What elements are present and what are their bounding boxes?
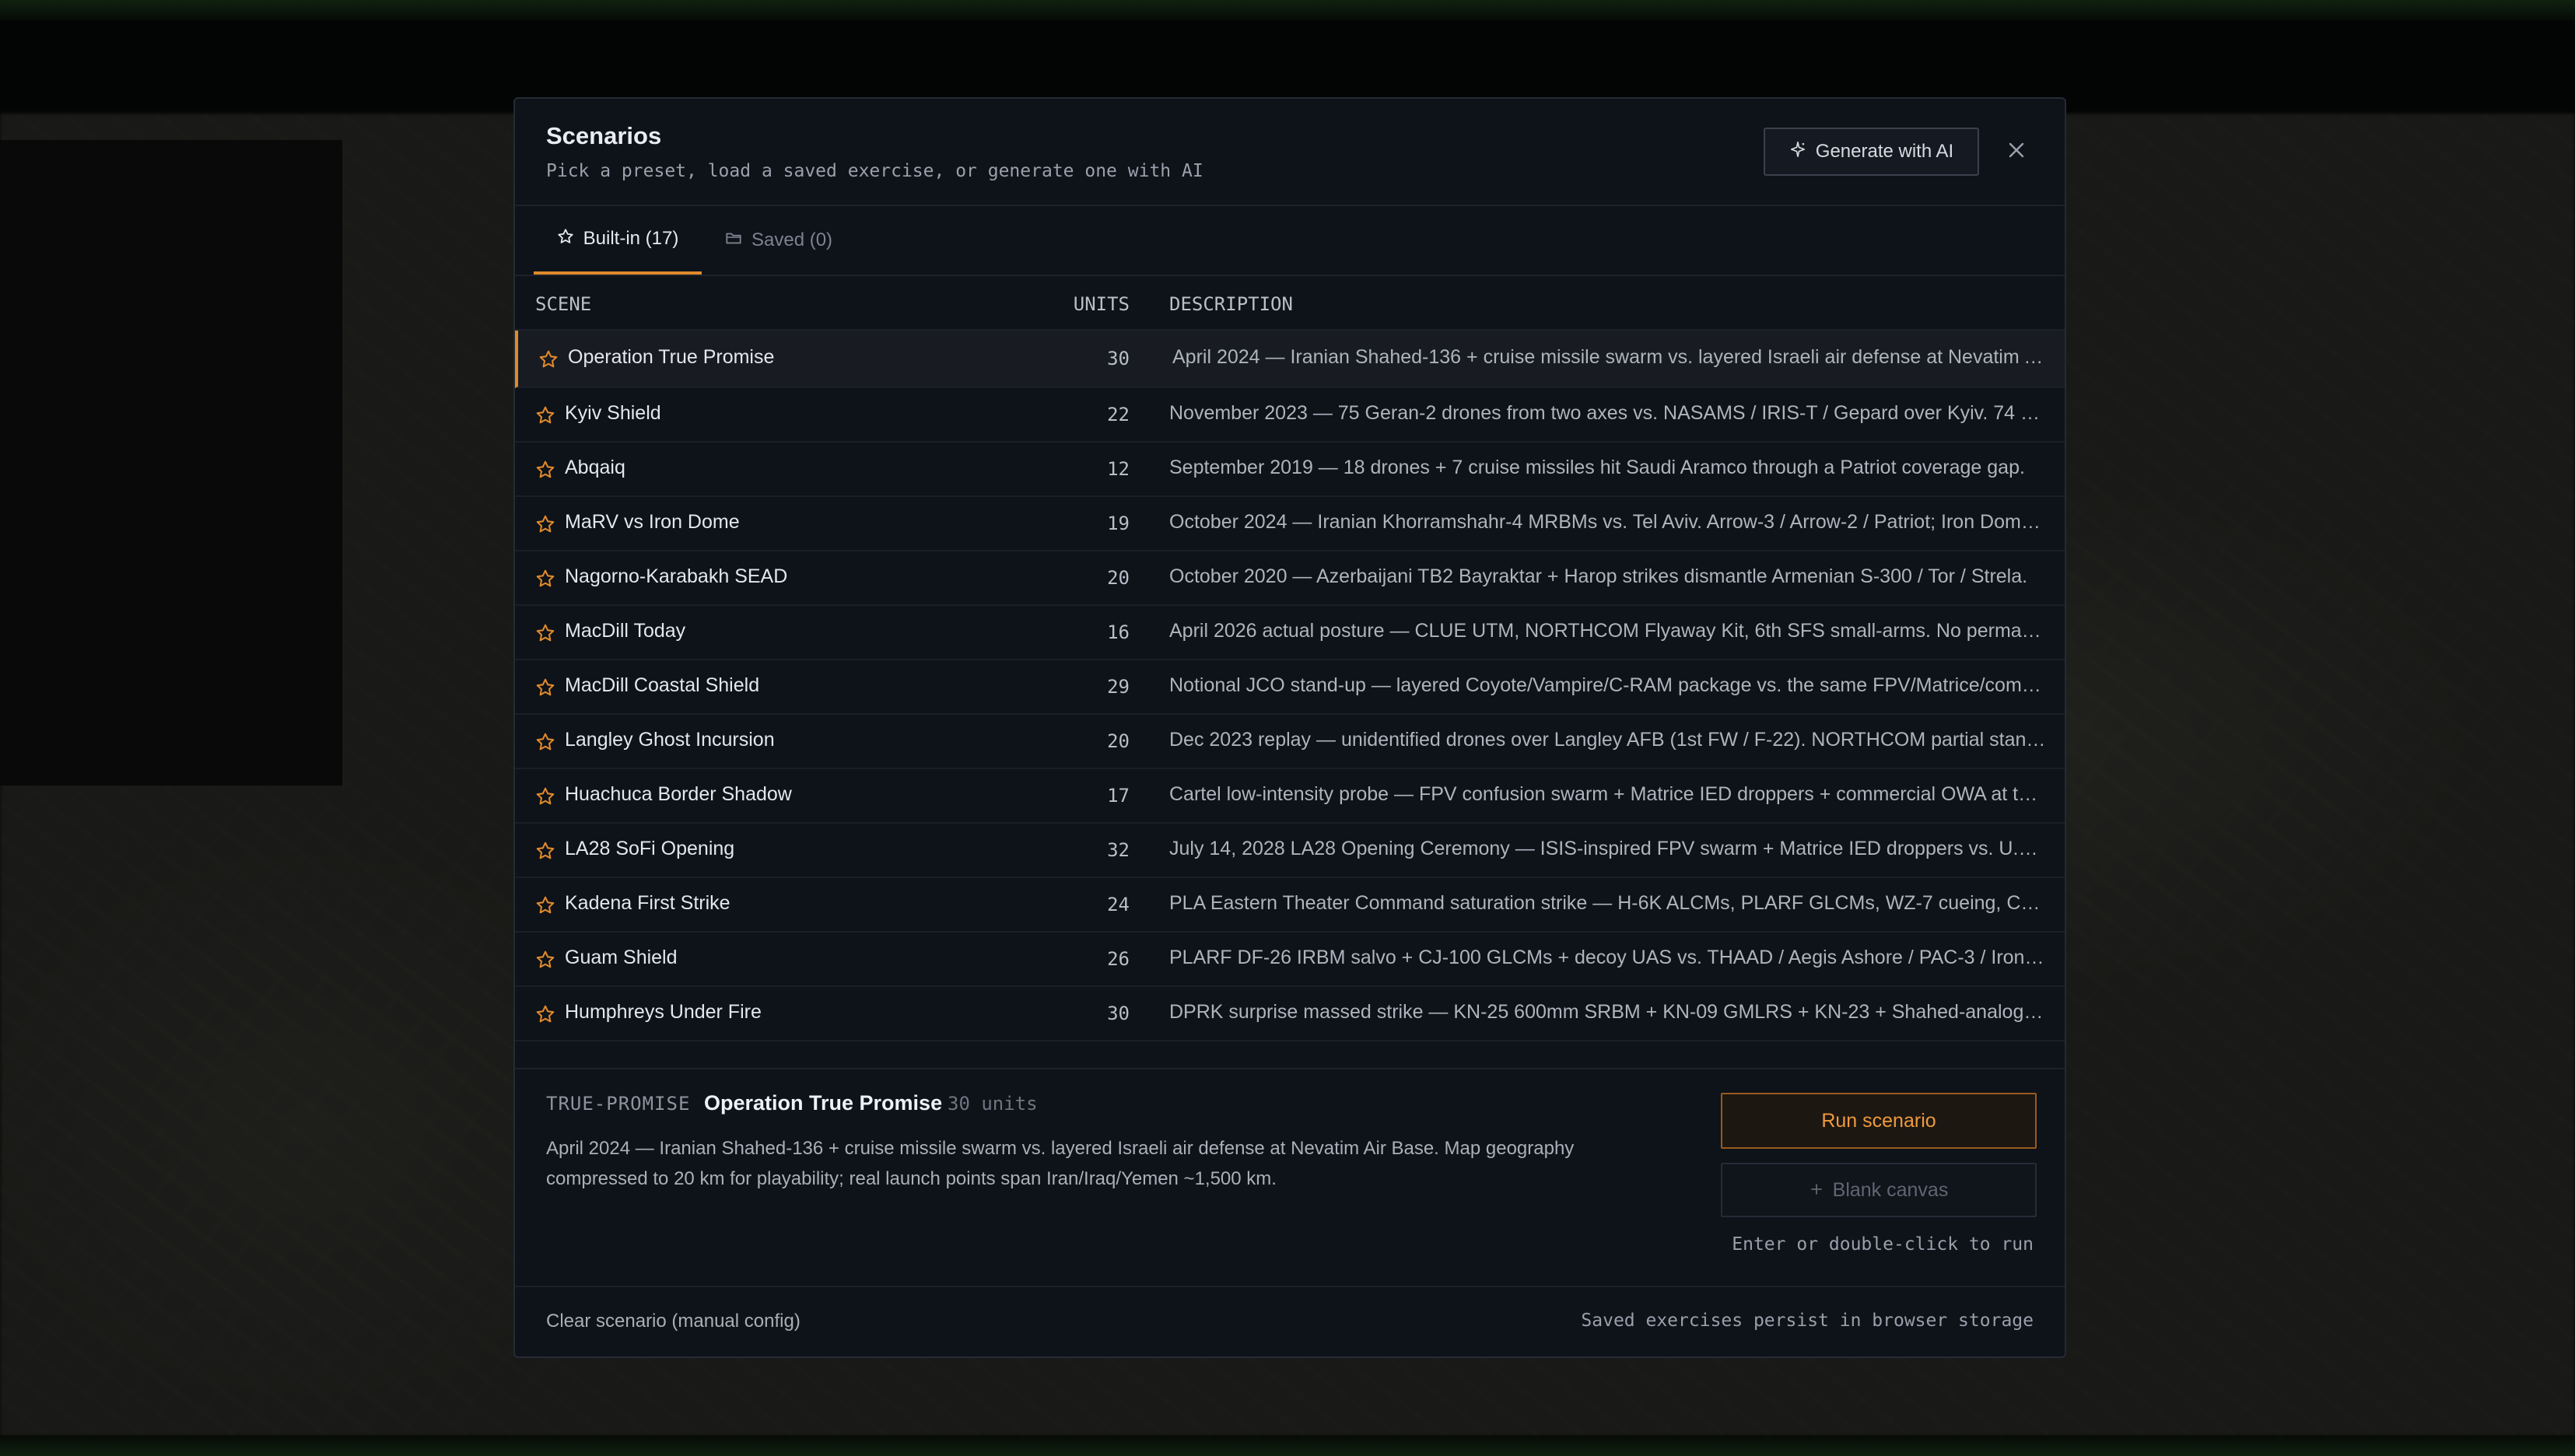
favorite-star-icon[interactable] bbox=[535, 895, 555, 915]
column-header-description: DESCRIPTION bbox=[1169, 293, 1293, 315]
scene-description: Dec 2023 replay — unidentified drones ov… bbox=[1169, 729, 2048, 751]
scene-name: Kadena First Strike bbox=[565, 892, 730, 914]
table-row[interactable]: MacDill Today 16 April 2026 actual posture… bbox=[515, 606, 2065, 660]
run-hint: Enter or double-click to run bbox=[1732, 1234, 2034, 1255]
favorite-star-icon[interactable] bbox=[535, 950, 555, 970]
scene-units: 30 bbox=[1107, 348, 1130, 369]
scene-units: 30 bbox=[1107, 1003, 1130, 1024]
favorite-star-icon[interactable] bbox=[535, 841, 555, 861]
scene-name: Humphreys Under Fire bbox=[565, 1001, 762, 1023]
scene-units: 20 bbox=[1107, 567, 1130, 589]
favorite-star-icon[interactable] bbox=[535, 514, 555, 534]
table-row[interactable]: Abqaiq 12 September 2019 — 18 drones + 7 c… bbox=[515, 443, 2065, 497]
scene-name: Guam Shield bbox=[565, 947, 678, 968]
scene-name: MaRV vs Iron Dome bbox=[565, 511, 740, 533]
scenario-list[interactable]: Operation True Promise 30 April 2024 — Ira… bbox=[515, 331, 2065, 1165]
table-row[interactable]: Nagorno-Karabakh SEAD 20 October 2020 — Az… bbox=[515, 551, 2065, 606]
scene-units: 26 bbox=[1107, 948, 1130, 970]
detail-unit-count: 30 units bbox=[948, 1093, 1038, 1115]
table-row[interactable]: MacDill Coastal Shield 29 Notional JCO sta… bbox=[515, 660, 2065, 715]
scene-units: 22 bbox=[1107, 404, 1130, 425]
scene-description: July 14, 2028 LA28 Opening Ceremony — IS… bbox=[1169, 838, 2048, 859]
scene-units: 19 bbox=[1107, 513, 1130, 534]
scene-units: 16 bbox=[1107, 621, 1130, 643]
table-row[interactable]: MaRV vs Iron Dome 19 October 2024 — Irania… bbox=[515, 497, 2065, 551]
scene-description: October 2024 — Iranian Khorramshahr-4 MR… bbox=[1169, 511, 2048, 533]
scene-description: PLA Eastern Theater Command saturation s… bbox=[1169, 892, 2048, 914]
favorite-star-icon[interactable] bbox=[535, 460, 555, 480]
scene-units: 20 bbox=[1107, 730, 1130, 752]
detail-scenario-code: TRUE-PROMISE bbox=[546, 1093, 691, 1115]
favorite-star-icon[interactable] bbox=[535, 786, 555, 807]
table-row[interactable]: Langley Ghost Incursion 20 Dec 2023 replay… bbox=[515, 715, 2065, 769]
scene-name: LA28 SoFi Opening bbox=[565, 838, 735, 859]
table-row[interactable]: Guam Shield 26 PLARF DF-26 IRBM salvo + CJ… bbox=[515, 933, 2065, 987]
scenarios-modal: Scenarios Pick a preset, load a saved ex… bbox=[513, 97, 2066, 1358]
modal-title: Scenarios bbox=[546, 122, 662, 149]
favorite-star-icon[interactable] bbox=[535, 677, 555, 698]
scene-description: April 2024 — Iranian Shahed-136 + cruise… bbox=[1172, 346, 2051, 368]
favorite-star-icon[interactable] bbox=[535, 732, 555, 752]
table-row[interactable]: Kyiv Shield 22 November 2023 — 75 Geran-2 … bbox=[515, 388, 2065, 443]
sparkle-icon bbox=[1789, 141, 1806, 163]
scene-name: Operation True Promise bbox=[568, 346, 775, 368]
tab-built-in-label: Built-in (17) bbox=[583, 228, 679, 249]
scene-name: Huachuca Border Shadow bbox=[565, 783, 792, 805]
clear-scenario-button[interactable]: Clear scenario (manual config) bbox=[546, 1311, 801, 1332]
scene-description: Cartel low-intensity probe — FPV confusi… bbox=[1169, 783, 2048, 805]
scene-description: September 2019 — 18 drones + 7 cruise mi… bbox=[1169, 457, 2025, 478]
column-header-scene: SCENE bbox=[535, 293, 592, 315]
generate-with-ai-label: Generate with AI bbox=[1815, 141, 1954, 162]
scene-name: Nagorno-Karabakh SEAD bbox=[565, 565, 788, 587]
plus-icon bbox=[1810, 1179, 1824, 1202]
scene-description: November 2023 — 75 Geran-2 drones from t… bbox=[1169, 402, 2048, 424]
tab-saved[interactable]: Saved (0) bbox=[725, 206, 832, 275]
table-row[interactable]: Kadena First Strike 24 PLA Eastern Theater… bbox=[515, 878, 2065, 933]
table-header: SCENE UNITS DESCRIPTION bbox=[515, 276, 2065, 331]
favorite-star-icon[interactable] bbox=[538, 349, 559, 369]
scene-description: DPRK surprise massed strike — KN-25 600m… bbox=[1169, 1001, 2048, 1023]
scene-units: 17 bbox=[1107, 785, 1130, 807]
detail-description: April 2024 — Iranian Shahed-136 + cruise… bbox=[546, 1138, 1575, 1189]
favorite-star-icon[interactable] bbox=[535, 569, 555, 589]
modal-footer: Clear scenario (manual config) Saved exe… bbox=[515, 1287, 2065, 1356]
scene-description: October 2020 — Azerbaijani TB2 Bayraktar… bbox=[1169, 565, 2028, 587]
scene-name: MacDill Today bbox=[565, 620, 686, 642]
folder-icon bbox=[725, 229, 742, 252]
generate-with-ai-button[interactable]: Generate with AI bbox=[1764, 128, 1979, 176]
column-header-units: UNITS bbox=[1073, 293, 1130, 315]
favorite-star-icon[interactable] bbox=[535, 405, 555, 425]
scene-description: Notional JCO stand-up — layered Coyote/V… bbox=[1169, 674, 2048, 696]
tab-bar: Built-in (17) Saved (0) bbox=[515, 206, 2065, 276]
scene-description: PLARF DF-26 IRBM salvo + CJ-100 GLCMs + … bbox=[1169, 947, 2048, 968]
scene-units: 24 bbox=[1107, 894, 1130, 915]
modal-subtitle: Pick a preset, load a saved exercise, or… bbox=[546, 161, 1203, 181]
scene-units: 32 bbox=[1107, 839, 1130, 861]
star-icon bbox=[557, 228, 574, 250]
close-icon bbox=[2007, 141, 2026, 163]
blank-canvas-button[interactable]: Blank canvas bbox=[1721, 1163, 2037, 1217]
scene-name: MacDill Coastal Shield bbox=[565, 674, 760, 696]
table-row[interactable]: Huachuca Border Shadow 17 Cartel low-inten… bbox=[515, 769, 2065, 824]
close-button[interactable] bbox=[2001, 136, 2032, 167]
scene-name: Abqaiq bbox=[565, 457, 625, 478]
blank-canvas-label: Blank canvas bbox=[1832, 1178, 1949, 1201]
detail-scenario-name: Operation True Promise bbox=[704, 1091, 943, 1115]
tab-saved-label: Saved (0) bbox=[751, 229, 833, 250]
tab-built-in[interactable]: Built-in (17) bbox=[534, 206, 702, 275]
scenario-detail-panel: TRUE-PROMISE Operation True Promise 30 u… bbox=[515, 1068, 2065, 1287]
scene-units: 12 bbox=[1107, 458, 1130, 480]
run-scenario-button[interactable]: Run scenario bbox=[1721, 1093, 2037, 1149]
table-row[interactable]: Humphreys Under Fire 30 DPRK surprise mass… bbox=[515, 987, 2065, 1041]
scene-description: April 2026 actual posture — CLUE UTM, NO… bbox=[1169, 620, 2048, 642]
table-row[interactable]: LA28 SoFi Opening 32 July 14, 2028 LA28 Op… bbox=[515, 824, 2065, 878]
modal-header: Scenarios Pick a preset, load a saved ex… bbox=[515, 99, 2065, 206]
scene-units: 29 bbox=[1107, 676, 1130, 698]
storage-note: Saved exercises persist in browser stora… bbox=[1581, 1311, 2034, 1331]
favorite-star-icon[interactable] bbox=[535, 623, 555, 643]
scene-name: Langley Ghost Incursion bbox=[565, 729, 775, 751]
table-row[interactable]: Operation True Promise 30 April 2024 — Ira… bbox=[515, 331, 2065, 388]
favorite-star-icon[interactable] bbox=[535, 1004, 555, 1024]
scene-name: Kyiv Shield bbox=[565, 402, 661, 424]
